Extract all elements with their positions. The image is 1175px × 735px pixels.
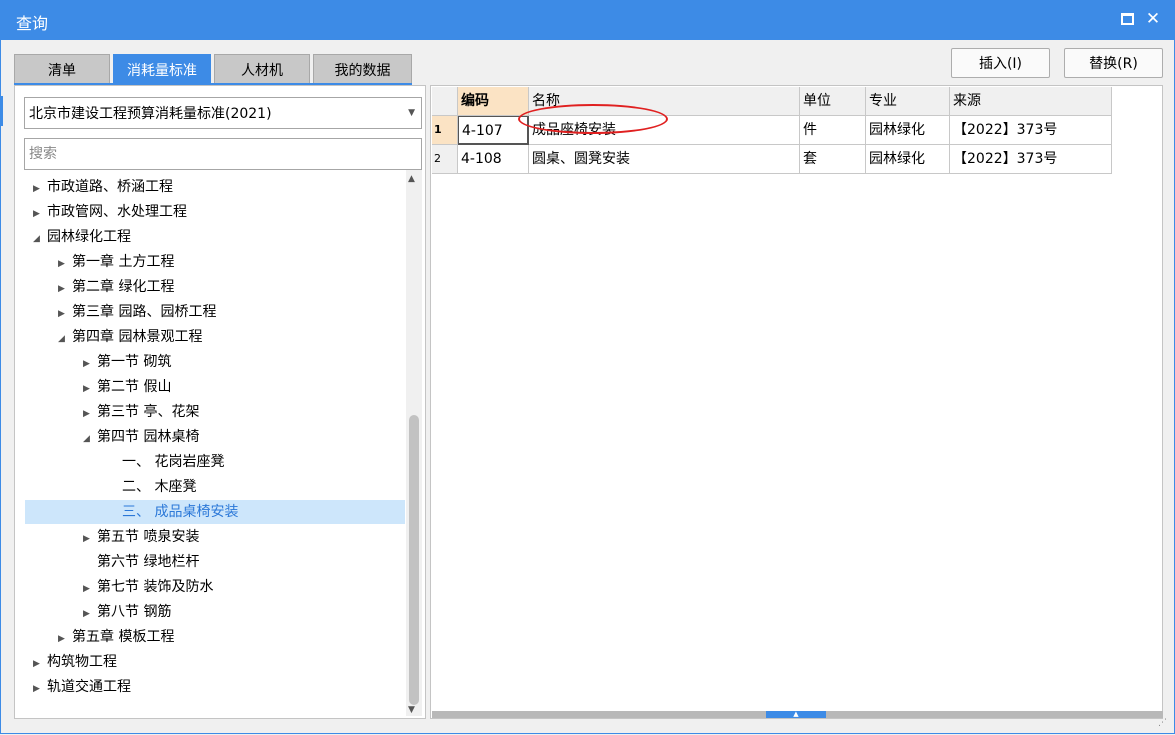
triangle-right-icon[interactable]: ▶ — [33, 177, 47, 201]
table-cell-major[interactable]: 园林绿化 — [866, 116, 950, 145]
table-cell-source[interactable]: 【2022】373号 — [950, 116, 1112, 145]
tree-item[interactable]: ▶ 第三章 园路、园桥工程 — [58, 300, 216, 324]
tree-item-label: 二、 木座凳 — [122, 479, 197, 495]
triangle-right-icon[interactable]: ▶ — [83, 527, 97, 551]
tree-item-label: 第七节 装饰及防水 — [97, 579, 214, 595]
tree-item[interactable]: ▶ 第二章 绿化工程 — [58, 275, 174, 299]
tree-item[interactable]: ◢ 第四节 园林桌椅 — [83, 425, 199, 449]
tab-bill[interactable]: 清单 — [14, 54, 110, 84]
column-header-unit[interactable]: 单位 — [800, 87, 866, 116]
tree-item-label: 第六节 绿地栏杆 — [97, 554, 200, 570]
close-icon: ✕ — [1145, 9, 1161, 29]
tree-item-label: 一、 花岗岩座凳 — [122, 454, 225, 470]
tree-item[interactable]: ▶ 第五章 模板工程 — [58, 625, 174, 649]
tree-item[interactable]: ▶ 市政管网、水处理工程 — [33, 200, 187, 224]
tree-item[interactable]: 一、 花岗岩座凳 — [108, 450, 224, 474]
tree-item[interactable]: 二、 木座凳 — [108, 475, 196, 499]
tree-item-label: 第三节 亭、花架 — [97, 404, 200, 420]
tab-labor-material-machine[interactable]: 人材机 — [214, 54, 310, 84]
table-cell-code[interactable]: 4-108 — [458, 145, 529, 174]
column-header-source[interactable]: 来源 — [950, 87, 1112, 116]
window-title: 查询 — [16, 14, 49, 33]
result-panel — [430, 85, 1163, 719]
tree-item[interactable]: 三、 成品桌椅安装 — [108, 500, 238, 524]
triangle-down-icon[interactable]: ◢ — [33, 227, 47, 251]
tree-item-label: 第八节 钢筋 — [97, 604, 172, 620]
horizontal-scrollbar-thumb[interactable]: ▲ — [766, 711, 826, 718]
chevron-down-icon[interactable]: ▼ — [408, 108, 415, 118]
table-cell-major[interactable]: 园林绿化 — [866, 145, 950, 174]
maximize-button[interactable] — [1116, 8, 1138, 30]
triangle-right-icon[interactable]: ▶ — [83, 577, 97, 601]
tree-item-label: 市政管网、水处理工程 — [47, 204, 187, 220]
row-number[interactable]: 2 — [432, 145, 458, 174]
column-header-code[interactable]: 编码 — [458, 87, 529, 116]
triangle-right-icon[interactable]: ▶ — [33, 652, 47, 676]
tree-item[interactable]: ▶ 构筑物工程 — [33, 650, 117, 674]
window-edge-marker — [0, 96, 3, 126]
table-cell-source[interactable]: 【2022】373号 — [950, 145, 1112, 174]
triangle-right-icon[interactable]: ▶ — [33, 202, 47, 226]
triangle-right-icon[interactable]: ▶ — [83, 352, 97, 376]
triangle-right-icon[interactable]: ▶ — [58, 302, 72, 326]
tree-item[interactable]: ◢ 园林绿化工程 — [33, 225, 131, 249]
red-annotation-circle — [518, 104, 668, 134]
search-input[interactable] — [24, 138, 422, 170]
title-bar: 查询 ✕ — [0, 0, 1175, 40]
triangle-down-icon[interactable]: ◢ — [58, 327, 72, 351]
resize-grip-icon[interactable]: ⋰ — [1158, 718, 1167, 728]
tree-item[interactable]: ▶ 第七节 装饰及防水 — [83, 575, 213, 599]
scroll-up-arrow-icon[interactable]: ▲ — [408, 174, 415, 184]
replace-button[interactable]: 替换(R) — [1064, 48, 1163, 78]
triangle-right-icon[interactable]: ▶ — [83, 602, 97, 626]
triangle-down-icon[interactable]: ◢ — [83, 427, 97, 451]
tree-item-label: 第一节 砌筑 — [97, 354, 172, 370]
tree-item-label: 第四节 园林桌椅 — [97, 429, 200, 445]
triangle-right-icon[interactable]: ▶ — [33, 677, 47, 701]
maximize-icon — [1120, 13, 1134, 25]
tree-item-label: 轨道交通工程 — [47, 679, 131, 695]
tree-item[interactable]: ▶ 第二节 假山 — [83, 375, 171, 399]
tree-item[interactable]: ▶ 市政道路、桥涵工程 — [33, 175, 173, 199]
triangle-right-icon[interactable]: ▶ — [58, 627, 72, 651]
table-cell-unit[interactable]: 件 — [800, 116, 866, 145]
tree-item-label: 园林绿化工程 — [47, 229, 131, 245]
table-cell-name[interactable]: 圆桌、圆凳安装 — [529, 145, 800, 174]
triangle-right-icon[interactable]: ▶ — [83, 402, 97, 426]
triangle-right-icon[interactable]: ▶ — [58, 277, 72, 301]
standard-select[interactable]: 北京市建设工程预算消耗量标准(2021) ▼ — [24, 97, 422, 129]
close-button[interactable]: ✕ — [1142, 8, 1164, 30]
table-cell-unit[interactable]: 套 — [800, 145, 866, 174]
tree-item-label: 第二章 绿化工程 — [72, 279, 175, 295]
tree-scrollbar-thumb[interactable] — [409, 415, 419, 705]
scroll-down-arrow-icon[interactable]: ▼ — [408, 705, 415, 715]
tree-item-label: 构筑物工程 — [47, 654, 117, 670]
tree-item[interactable]: ▶ 轨道交通工程 — [33, 675, 131, 699]
tab-my-data[interactable]: 我的数据 — [313, 54, 412, 84]
tree-item-label: 第二节 假山 — [97, 379, 172, 395]
tree-item-label: 第四章 园林景观工程 — [72, 329, 203, 345]
table-corner-header — [432, 87, 458, 116]
tree-item-label: 第五节 喷泉安装 — [97, 529, 200, 545]
insert-button[interactable]: 插入(I) — [951, 48, 1050, 78]
tree-item-label: 第一章 土方工程 — [72, 254, 175, 270]
tab-consumption-standard[interactable]: 消耗量标准 — [113, 54, 211, 84]
tree-item-label: 市政道路、桥涵工程 — [47, 179, 173, 195]
row-number[interactable]: 1 — [432, 116, 458, 145]
triangle-right-icon[interactable]: ▶ — [83, 377, 97, 401]
standard-select-value: 北京市建设工程预算消耗量标准(2021) — [29, 106, 272, 122]
tree-item[interactable]: ▶ 第一章 土方工程 — [58, 250, 174, 274]
tree-item[interactable]: 第六节 绿地栏杆 — [83, 550, 199, 574]
tree-item[interactable]: ▶ 第五节 喷泉安装 — [83, 525, 199, 549]
tree-item[interactable]: ▶ 第八节 钢筋 — [83, 600, 171, 624]
tree-item[interactable]: ◢ 第四章 园林景观工程 — [58, 325, 202, 349]
column-header-major[interactable]: 专业 — [866, 87, 950, 116]
tree-item-label: 第五章 模板工程 — [72, 629, 175, 645]
tree-item-label: 第三章 园路、园桥工程 — [72, 304, 217, 320]
tree-item-label: 三、 成品桌椅安装 — [122, 504, 239, 520]
triangle-right-icon[interactable]: ▶ — [58, 252, 72, 276]
tree-item[interactable]: ▶ 第三节 亭、花架 — [83, 400, 199, 424]
tree-item[interactable]: ▶ 第一节 砌筑 — [83, 350, 171, 374]
